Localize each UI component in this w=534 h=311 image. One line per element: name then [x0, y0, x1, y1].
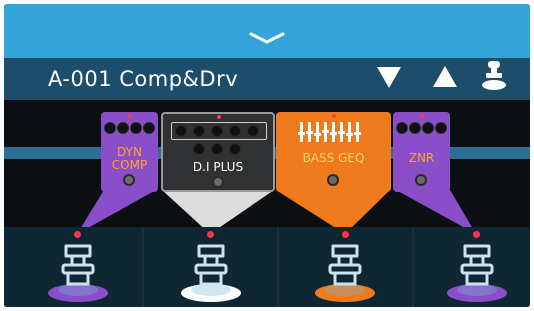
chevron-down-icon[interactable] [247, 30, 287, 46]
eq-sliders[interactable] [298, 122, 368, 144]
effect-label: BASS GEQ [302, 151, 365, 165]
effect-pedal-znr[interactable]: ZNR [393, 112, 450, 192]
footswitch-icon[interactable] [179, 244, 243, 304]
footswitch-led [342, 231, 349, 238]
knob[interactable] [396, 122, 408, 134]
pedal-switch[interactable] [327, 174, 339, 186]
knob[interactable] [229, 143, 241, 155]
pedal-switch[interactable] [415, 174, 427, 186]
knob[interactable] [229, 125, 241, 137]
pedal-switch[interactable] [123, 174, 135, 186]
footswitch-icon[interactable] [313, 244, 377, 304]
effect-label: ZNR [408, 151, 435, 165]
top-bar[interactable] [4, 4, 530, 58]
footswitch-icon[interactable] [46, 244, 110, 304]
effect-label: DYN COMP [111, 145, 148, 172]
knob[interactable] [422, 122, 434, 134]
effect-pedal-di-plus[interactable]: D.I PLUS [161, 112, 275, 192]
triangle-down-icon[interactable] [376, 65, 402, 89]
footswitch-led [473, 231, 480, 238]
knob[interactable] [117, 122, 129, 134]
knob[interactable] [211, 143, 223, 155]
footswitch-icon[interactable] [481, 60, 507, 92]
led-indicator [128, 114, 132, 118]
knob[interactable] [104, 122, 116, 134]
effect-pedal-dyn-comp[interactable]: DYN COMP [101, 112, 158, 192]
effect-pedal-bass-geq[interactable]: BASS GEQ [276, 112, 391, 192]
knob[interactable] [193, 125, 205, 137]
triangle-up-icon[interactable] [432, 65, 458, 89]
footswitch-led [207, 231, 214, 238]
knob[interactable] [143, 122, 155, 134]
knob[interactable] [175, 125, 187, 137]
led-indicator [420, 114, 424, 118]
knob[interactable] [193, 143, 205, 155]
footswitch-led [74, 231, 81, 238]
knob[interactable] [211, 125, 223, 137]
patch-name[interactable]: A-001 Comp&Drv [48, 64, 238, 94]
led-indicator [332, 114, 336, 118]
knob[interactable] [435, 122, 447, 134]
led-indicator [217, 115, 221, 119]
effect-screen: A-001 Comp&Drv DYN COMP D.I PLUS BASS GE… [4, 4, 530, 307]
effect-label: D.I PLUS [192, 160, 244, 174]
footswitch-icon[interactable] [445, 244, 509, 304]
pedal-switch[interactable] [212, 176, 224, 188]
knob[interactable] [247, 125, 259, 137]
knob[interactable] [130, 122, 142, 134]
knob[interactable] [409, 122, 421, 134]
